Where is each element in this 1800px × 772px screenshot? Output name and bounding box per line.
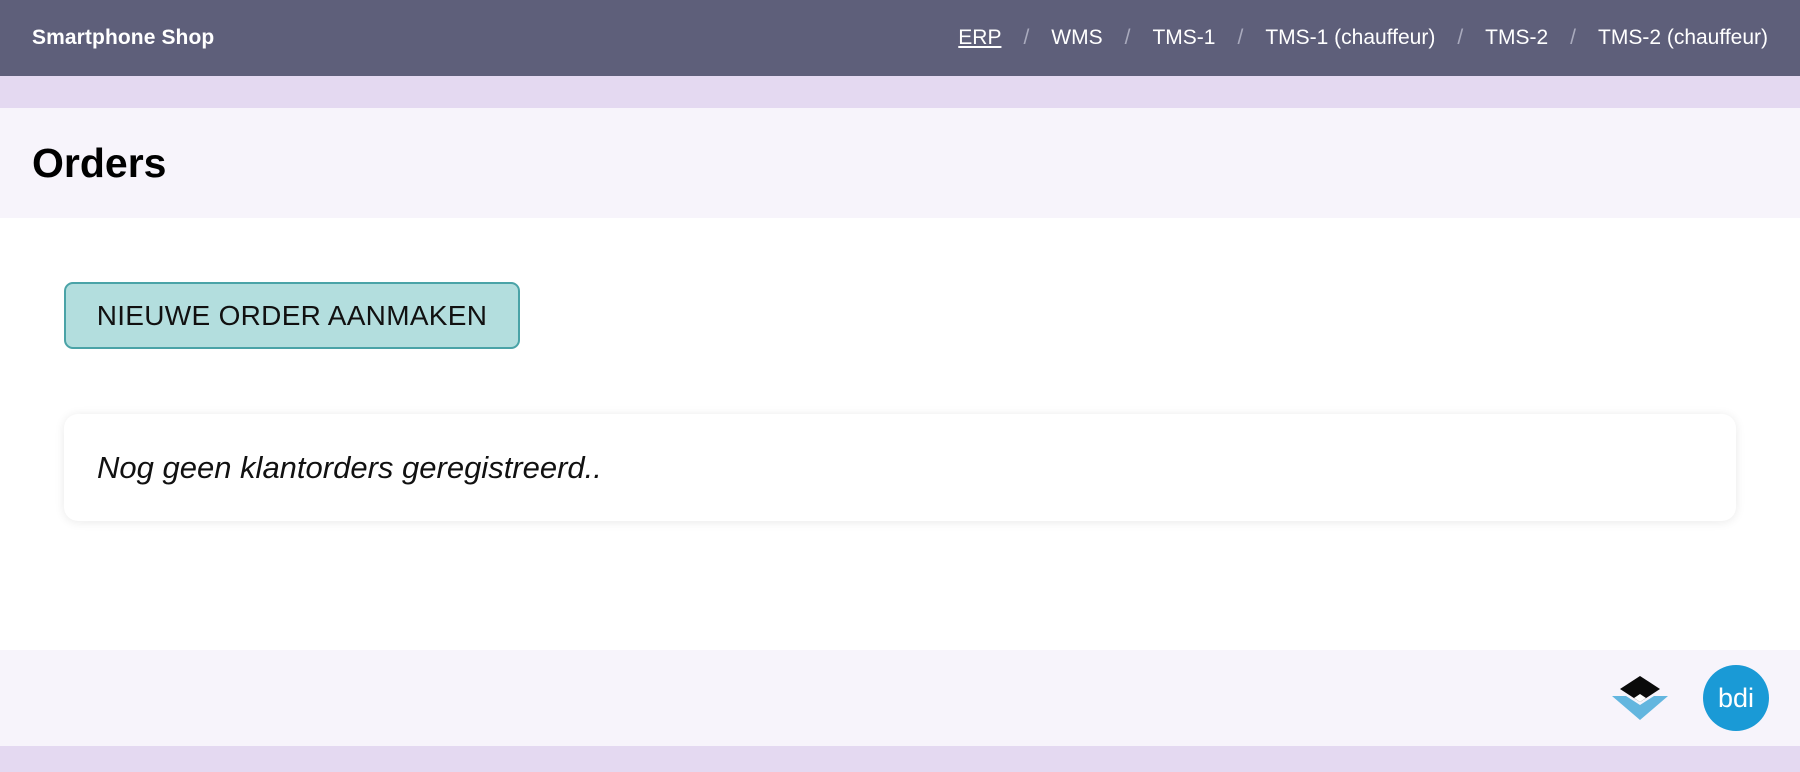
- nav-link-tms-1-chauffeur[interactable]: TMS-1 (chauffeur): [1265, 26, 1435, 50]
- top-navbar: Smartphone Shop ERP / WMS / TMS-1 / TMS-…: [0, 0, 1800, 76]
- layers-logo-icon: [1612, 676, 1668, 720]
- nav-separator: /: [1023, 26, 1030, 49]
- bdi-logo-text: bdi: [1718, 683, 1754, 713]
- brand-name[interactable]: Smartphone Shop: [32, 26, 214, 50]
- page-title: Orders: [32, 139, 167, 186]
- page-title-bar: Orders: [0, 108, 1800, 218]
- nav-separator: /: [1237, 26, 1244, 49]
- new-order-button[interactable]: NIEUWE ORDER AANMAKEN: [64, 282, 520, 349]
- bdi-logo-icon: bdi: [1703, 665, 1769, 731]
- footer-band: [0, 746, 1800, 772]
- main-content: NIEUWE ORDER AANMAKEN Nog geen klantorde…: [0, 218, 1800, 650]
- main-nav: ERP / WMS / TMS-1 / TMS-1 (chauffeur) / …: [958, 26, 1768, 50]
- nav-link-tms-2-chauffeur[interactable]: TMS-2 (chauffeur): [1598, 26, 1768, 50]
- nav-link-tms-1[interactable]: TMS-1: [1152, 26, 1215, 50]
- nav-link-wms[interactable]: WMS: [1051, 26, 1102, 50]
- nav-separator: /: [1457, 26, 1464, 49]
- orders-empty-card: Nog geen klantorders geregistreerd..: [64, 414, 1736, 521]
- header-band: [0, 76, 1800, 108]
- footer: bdi: [0, 650, 1800, 746]
- nav-separator: /: [1570, 26, 1576, 49]
- nav-link-erp[interactable]: ERP: [958, 26, 1001, 50]
- nav-link-tms-2[interactable]: TMS-2: [1485, 26, 1548, 50]
- nav-separator: /: [1124, 26, 1131, 49]
- empty-orders-message: Nog geen klantorders geregistreerd..: [97, 449, 602, 485]
